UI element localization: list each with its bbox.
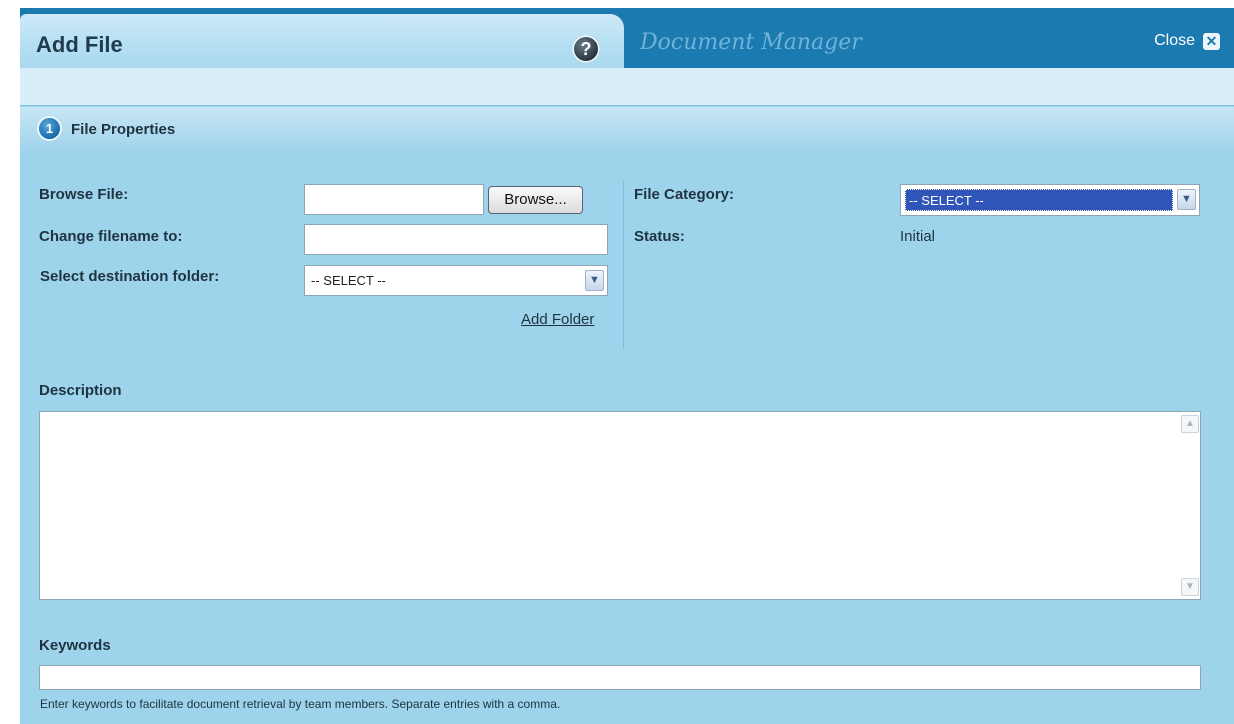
browse-button[interactable]: Browse...	[488, 186, 583, 214]
status-label: Status:	[634, 228, 685, 245]
description-textarea[interactable]	[39, 411, 1201, 600]
section-title: File Properties	[71, 121, 176, 138]
help-icon[interactable]: ?	[572, 35, 600, 63]
close-icon: ✕	[1203, 32, 1220, 50]
status-value: Initial	[900, 228, 936, 245]
close-label: Close	[1154, 32, 1195, 49]
chevron-down-icon[interactable]: ▼	[1177, 189, 1196, 210]
description-label: Description	[39, 382, 122, 399]
keywords-label: Keywords	[39, 637, 111, 654]
section-header: 1 File Properties	[20, 107, 1234, 152]
browse-file-label: Browse File:	[39, 186, 129, 203]
toolbar-strip	[20, 68, 1234, 106]
dialog-title: Add File	[36, 32, 123, 57]
add-file-dialog: Add File ? Document Manager Close ✕ 1 Fi…	[20, 8, 1234, 724]
close-button[interactable]: Close ✕	[1154, 32, 1220, 50]
change-filename-label: Change filename to:	[39, 228, 183, 245]
destination-folder-label: Select destination folder:	[40, 268, 220, 285]
step-number-icon: 1	[39, 118, 60, 139]
dialog-header: Add File ? Document Manager Close ✕	[20, 8, 1234, 68]
scroll-down-icon[interactable]: ▼	[1181, 578, 1199, 596]
add-folder-link[interactable]: Add Folder	[521, 311, 594, 328]
destination-folder-value: -- SELECT --	[311, 273, 386, 288]
keywords-hint: Enter keywords to facilitate document re…	[40, 697, 561, 711]
file-category-label: File Category:	[634, 186, 735, 203]
change-filename-input[interactable]	[304, 224, 608, 255]
tab-add-file[interactable]: Add File ?	[20, 14, 624, 68]
chevron-down-icon[interactable]: ▼	[585, 270, 604, 291]
browse-file-input[interactable]	[304, 184, 484, 215]
file-category-value: -- SELECT --	[905, 189, 1173, 211]
keywords-input[interactable]	[39, 665, 1201, 690]
column-divider	[623, 181, 624, 349]
scroll-up-icon[interactable]: ▲	[1181, 415, 1199, 433]
destination-folder-select[interactable]: -- SELECT -- ▼	[304, 265, 608, 296]
file-category-select[interactable]: -- SELECT -- ▼	[900, 184, 1200, 216]
tab-document-manager[interactable]: Document Manager	[640, 30, 862, 55]
